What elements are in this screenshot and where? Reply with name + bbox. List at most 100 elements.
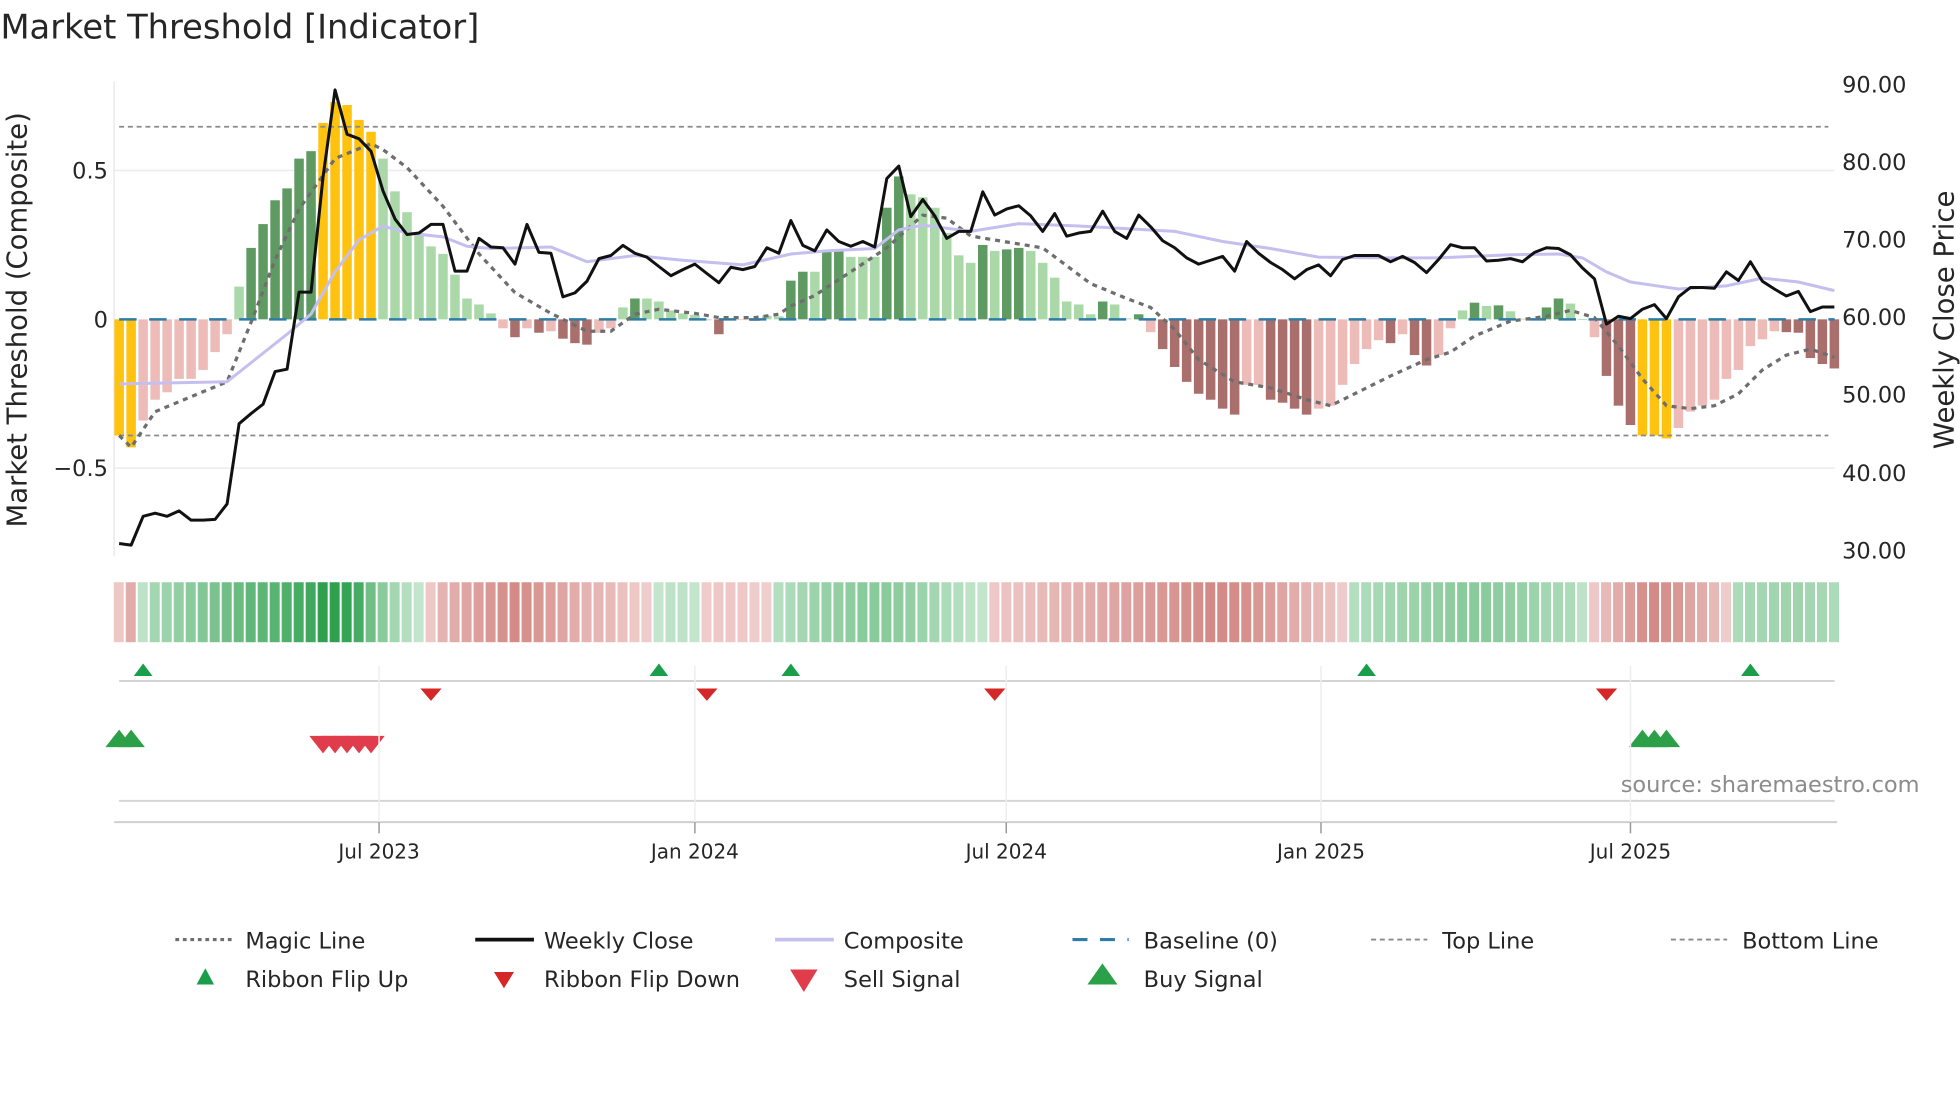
composite-bar <box>498 319 508 329</box>
ribbon-cell <box>773 582 784 643</box>
ribbon-cell <box>1181 582 1192 643</box>
ribbon-cell <box>509 582 520 643</box>
ribbon-cell <box>365 582 376 643</box>
ribbon-cell <box>629 582 640 643</box>
ribbon-cell <box>485 582 496 643</box>
composite-bar <box>846 256 856 320</box>
ribbon-cell <box>125 582 136 643</box>
legend-sell-signal: Sell Signal <box>844 967 961 993</box>
composite-bar <box>1109 304 1120 320</box>
ribbon-cell <box>1421 582 1432 643</box>
x-tick-label: Jan 2024 <box>649 839 739 863</box>
ribbon-cell <box>341 582 352 643</box>
right-tick-label: 60.00 <box>1842 305 1906 331</box>
legend-baseline: Baseline (0) <box>1144 928 1278 954</box>
ribbon-cell <box>1265 582 1276 643</box>
ribbon-cell <box>1828 582 1839 643</box>
composite-bar <box>1253 319 1264 385</box>
signal-rows <box>105 663 1838 824</box>
ribbon-cell <box>305 582 316 643</box>
ribbon-cell <box>665 582 676 643</box>
composite-bar <box>186 319 196 379</box>
ribbon-cell <box>1816 582 1827 643</box>
composite-bar <box>1217 319 1228 409</box>
ribbon-cell <box>293 582 304 643</box>
ribbon-cell <box>1565 582 1576 643</box>
ribbon-cell <box>1433 582 1444 643</box>
ribbon-cell <box>1481 582 1492 643</box>
composite-bar <box>534 319 544 333</box>
left-tick-label: −0.5 <box>53 456 108 482</box>
right-tick-label: 40.00 <box>1842 461 1906 487</box>
ribbon-cell <box>1349 582 1360 643</box>
ribbon-flip-up-marker <box>133 663 153 676</box>
ribbon-cell <box>965 582 976 643</box>
right-tick-label: 30.00 <box>1842 538 1906 564</box>
ribbon-cell <box>185 582 196 643</box>
ribbon-cell <box>905 582 916 643</box>
ribbon-cell <box>1049 582 1060 643</box>
ribbon-cell <box>821 582 832 643</box>
ribbon-cell <box>1277 582 1288 643</box>
composite-bar <box>1829 319 1840 369</box>
market-threshold-chart: Market Threshold [Indicator] 0.5 0 −0.5 … <box>0 8 1960 993</box>
right-tick-label: 50.00 <box>1842 382 1906 408</box>
composite-bar <box>414 233 424 320</box>
ribbon-cell <box>1541 582 1552 643</box>
ribbon-cell <box>1637 582 1648 643</box>
ribbon-cell <box>1313 582 1324 643</box>
x-tick-label: Jul 2023 <box>336 839 419 863</box>
ribbon-cell <box>569 582 580 643</box>
ribbon-cell <box>1793 582 1804 643</box>
ribbon-cell <box>785 582 796 643</box>
ribbon-cell <box>1145 582 1156 643</box>
ribbon-cell <box>953 582 964 643</box>
ribbon-cell <box>257 582 268 643</box>
ribbon-cell <box>1097 582 1108 643</box>
composite-bar <box>1721 319 1732 379</box>
composite-bar <box>1625 319 1636 426</box>
composite-bar <box>1637 319 1648 436</box>
right-tick-label: 70.00 <box>1842 227 1906 253</box>
legend: Magic Line Weekly Close Composite Baseli… <box>175 928 1879 993</box>
composite-bar <box>150 319 160 400</box>
ribbon-cell <box>269 582 280 643</box>
ribbon-cell <box>917 582 928 643</box>
right-tick-label: 80.00 <box>1842 150 1906 176</box>
composite-bar <box>1361 319 1372 350</box>
legend-weekly-close: Weekly Close <box>544 928 693 954</box>
composite-bar <box>1373 319 1384 341</box>
ribbon-cell <box>1649 582 1660 643</box>
ribbon-flip-down-marker <box>984 688 1006 701</box>
composite-bar <box>1457 310 1468 320</box>
ribbon-cell <box>1733 582 1744 643</box>
composite-bar <box>246 247 256 320</box>
ribbon-cell <box>1121 582 1132 643</box>
ribbon-cell <box>377 582 388 643</box>
ribbon-cell <box>1721 582 1732 643</box>
composite-bar <box>282 188 292 320</box>
ribbon-cell <box>1757 582 1768 643</box>
ribbon-cell <box>989 582 1000 643</box>
ribbon-cell <box>1205 582 1216 643</box>
ribbon-cell <box>1217 582 1228 643</box>
x-axis-ticks: Jul 2023 Jan 2024 Jul 2024 Jan 2025 Jul 2025 <box>336 665 1671 863</box>
ribbon-cell <box>521 582 532 643</box>
composite-bar <box>1805 319 1816 359</box>
composite-line <box>119 222 1835 386</box>
legend-magic-line: Magic Line <box>245 928 365 954</box>
ribbon-cell <box>413 582 424 643</box>
ribbon-cell <box>1745 582 1756 643</box>
ribbon-cell <box>1025 582 1036 643</box>
ribbon-cell <box>1193 582 1204 643</box>
ribbon-flip-up-marker <box>781 663 801 676</box>
composite-bar <box>1553 298 1564 320</box>
ribbon-cell <box>1157 582 1168 643</box>
ribbon-cell <box>1109 582 1120 643</box>
composite-bar <box>1205 319 1216 400</box>
composite-bar <box>1001 249 1012 320</box>
left-axis-label: Market Threshold (Composite) <box>2 112 34 527</box>
x-tick-label: Jul 2025 <box>1588 839 1671 863</box>
composite-bar <box>870 256 880 320</box>
ribbon-cell <box>1061 582 1072 643</box>
